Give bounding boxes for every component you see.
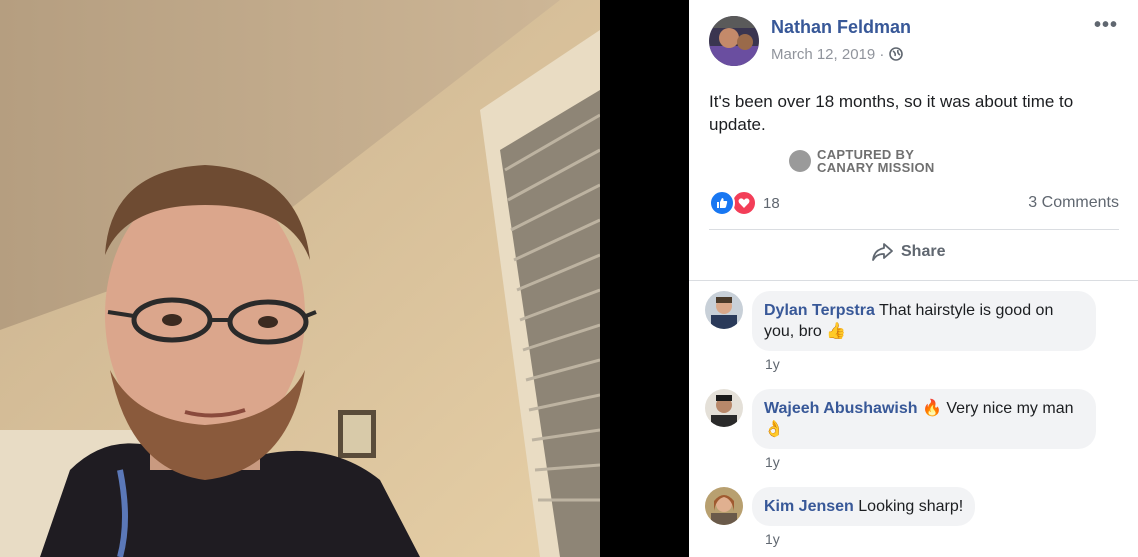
reaction-count: 18 <box>763 194 780 212</box>
more-icon[interactable]: ••• <box>1094 14 1118 37</box>
commenter-avatar[interactable] <box>705 389 743 427</box>
commenter-avatar[interactable] <box>705 487 743 525</box>
post-photo[interactable] <box>0 0 600 557</box>
share-button[interactable]: Share <box>871 242 945 262</box>
share-icon <box>872 243 893 261</box>
commenter-name[interactable]: Kim Jensen <box>764 498 854 515</box>
author-avatar[interactable] <box>709 16 759 66</box>
comment-bubble: Kim Jensen Looking sharp! <box>752 487 976 526</box>
comment-bubble: Wajeeh Abushawish 🔥 Very nice my man 👌 <box>752 389 1096 449</box>
share-label: Share <box>901 243 946 260</box>
canary-watermark: CAPTURED BY CANARY MISSION <box>789 148 935 174</box>
author-name[interactable]: Nathan Feldman <box>771 17 911 38</box>
commenter-avatar[interactable] <box>705 291 743 329</box>
photo-gutter <box>600 0 689 557</box>
divider <box>689 280 1138 281</box>
comment-bubble: Dylan Terpstra That hairstyle is good on… <box>752 291 1096 351</box>
commenter-name[interactable]: Dylan Terpstra <box>764 302 875 319</box>
comment-text: Looking sharp! <box>858 498 964 515</box>
post-panel: Nathan Feldman March 12, 2019 · ••• It's… <box>689 0 1138 557</box>
canary-logo-icon <box>789 150 811 172</box>
comments-count[interactable]: 3 Comments <box>1028 194 1119 212</box>
divider <box>709 229 1119 230</box>
watermark-line2: CANARY MISSION <box>817 160 935 175</box>
like-icon <box>709 190 735 216</box>
post-date[interactable]: March 12, 2019 · <box>771 46 884 63</box>
post-text: It's been over 18 months, so it was abou… <box>709 92 1074 134</box>
globe-icon <box>889 47 903 61</box>
selfie-image <box>0 0 600 557</box>
comment-time[interactable]: 1y <box>765 454 780 470</box>
comment-time[interactable]: 1y <box>765 531 780 547</box>
comment-time[interactable]: 1y <box>765 356 780 372</box>
commenter-name[interactable]: Wajeeh Abushawish <box>764 400 918 417</box>
reactions[interactable]: 18 <box>709 190 780 216</box>
